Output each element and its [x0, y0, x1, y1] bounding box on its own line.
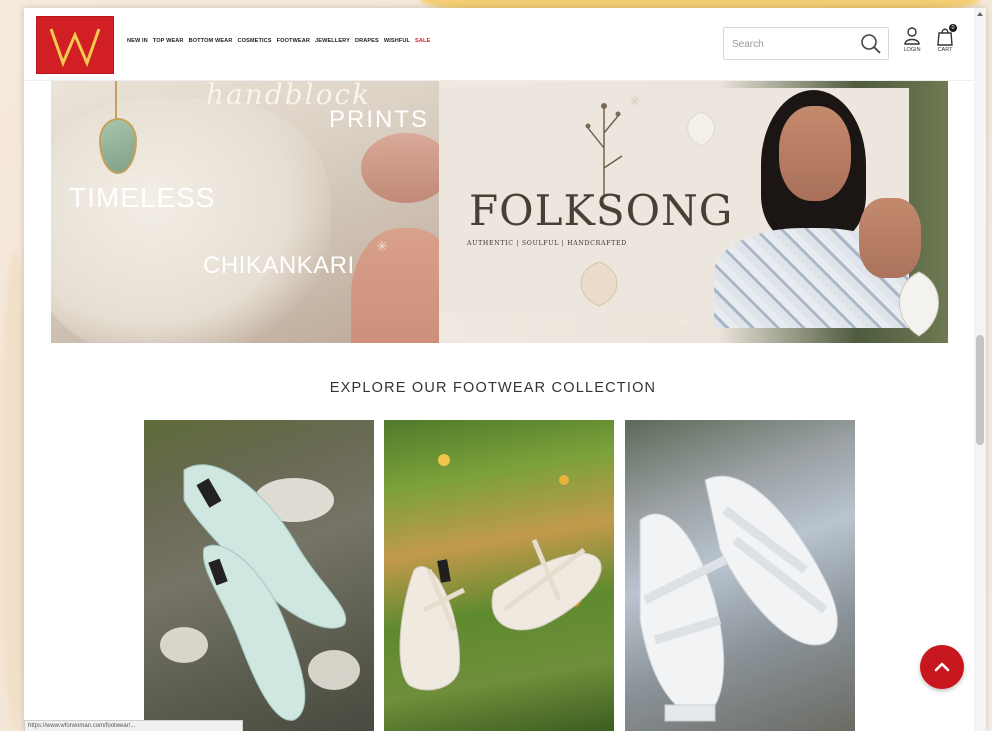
fabric-image	[51, 98, 331, 343]
search-icon[interactable]	[860, 33, 882, 55]
banner-prints-text: PRINTS	[329, 106, 430, 133]
sparkle-icon: ✳	[376, 238, 388, 254]
nav-item-wishful[interactable]: WISHFUL	[384, 38, 410, 44]
login-button[interactable]: LOGIN	[900, 26, 924, 53]
nav-item-jewellery[interactable]: JEWELLERY	[315, 38, 350, 44]
folksong-card: FOLKSONG AUTHENTIC | SOULFUL | HANDCRAFT…	[439, 88, 921, 328]
nav-item-new-in[interactable]: NEW IN	[127, 38, 148, 44]
scroll-thumb[interactable]	[976, 335, 984, 445]
nav-item-footwear[interactable]: FOOTWEAR	[277, 38, 310, 44]
banner-timeless-text: TIMELESS	[69, 182, 216, 213]
cart-count-badge: 0	[949, 24, 957, 32]
login-label: LOGIN	[903, 47, 921, 53]
nav-item-drapes[interactable]: DRAPES	[355, 38, 379, 44]
browser-window: NEW IN TOP WEAR BOTTOM WEAR COSMETICS FO…	[24, 8, 986, 731]
white-strappy-sandal-image	[399, 454, 602, 691]
banner-chikankari-panel[interactable]: handblock PRINTS TIMELESS CHIKANKARI ✳ ✳	[51, 78, 461, 343]
pendant-chain	[115, 78, 117, 120]
brand-logo[interactable]	[36, 16, 114, 74]
model-arm	[859, 198, 921, 278]
page-scrollbar[interactable]	[974, 8, 986, 731]
user-icon	[904, 27, 920, 45]
lotus-motif-icon	[899, 271, 939, 337]
lotus-motif-icon	[580, 261, 618, 307]
sparkle-icon: ✳	[61, 300, 73, 316]
site-header: NEW IN TOP WEAR BOTTOM WEAR COSMETICS FO…	[24, 8, 974, 81]
lotus-motif-icon	[687, 111, 715, 147]
twig-illustration-icon	[585, 103, 623, 198]
sparkle-icon: ✳	[629, 93, 641, 109]
white-block-heel-sandal-image	[639, 475, 838, 722]
folksong-title: FOLKSONG	[469, 186, 734, 235]
nav-item-cosmetics[interactable]: COSMETICS	[237, 38, 271, 44]
scroll-to-top-button[interactable]	[920, 645, 964, 689]
product-tile-2[interactable]	[384, 420, 614, 731]
nav-item-bottom-wear[interactable]: BOTTOM WEAR	[189, 38, 233, 44]
scroll-up-arrow-icon[interactable]	[977, 12, 983, 16]
nav-item-sale[interactable]: SALE	[415, 38, 430, 44]
cart-label: CART	[937, 47, 953, 53]
mint-mule-image	[160, 464, 360, 721]
folksong-subtitle: AUTHENTIC | SOULFUL | HANDCRAFTED	[467, 240, 627, 247]
cart-button[interactable]: 0 CART	[933, 24, 957, 53]
w-logo-icon	[49, 28, 101, 68]
footwear-section-title: EXPLORE OUR FOOTWEAR COLLECTION	[329, 380, 657, 396]
chevron-up-icon	[934, 662, 950, 672]
product-tile-1[interactable]	[144, 420, 374, 731]
hero-banner[interactable]: handblock PRINTS TIMELESS CHIKANKARI ✳ ✳…	[51, 78, 948, 343]
main-nav: NEW IN TOP WEAR BOTTOM WEAR COSMETICS FO…	[127, 38, 430, 44]
search-input[interactable]	[730, 34, 854, 54]
nav-item-top-wear[interactable]: TOP WEAR	[153, 38, 184, 44]
model-face	[779, 106, 851, 201]
search-box	[723, 27, 889, 60]
sparkle-icon: ✳	[679, 313, 691, 329]
status-bar-url: https://www.wforwoman.com/footwear/...	[24, 720, 243, 731]
banner-chikankari-text: CHIKANKARI	[203, 252, 355, 279]
banner-folksong-panel[interactable]: FOLKSONG AUTHENTIC | SOULFUL | HANDCRAFT…	[439, 78, 948, 343]
product-tile-3[interactable]	[625, 420, 855, 731]
hand-image	[361, 133, 451, 203]
